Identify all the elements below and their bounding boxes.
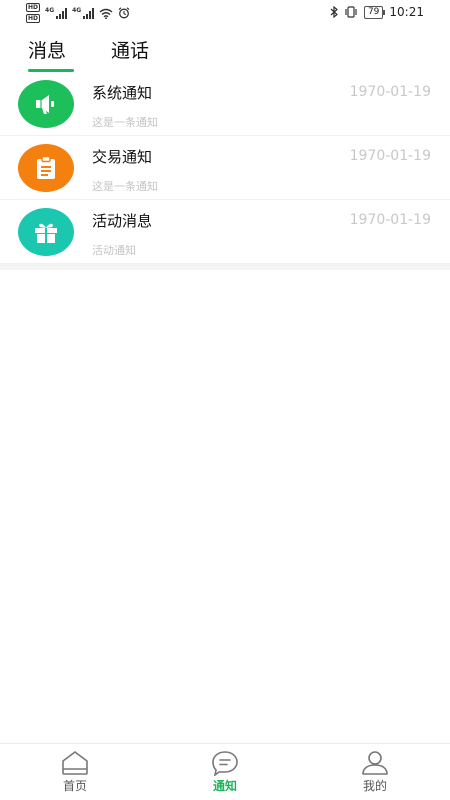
nav-label: 通知 [212,779,237,793]
list-item-system-notice[interactable]: 系统通知 这是一条通知 1970-01-19 [0,72,450,136]
avatar [18,208,74,256]
hd-badge: HD [26,14,41,23]
signal-icon: 4G [45,7,68,19]
message-list: 系统通知 这是一条通知 1970-01-19 交易通知 这是一条通知 1970-… [0,72,450,270]
nav-item-notifications[interactable]: 通知 [195,750,255,794]
item-date: 1970-01-19 [349,148,431,164]
nav-item-home[interactable]: 首页 [45,750,105,794]
alarm-icon [118,7,130,19]
user-icon [362,751,388,775]
tab-messages[interactable]: 消息 [28,36,66,70]
nav-item-mine[interactable]: 我的 [345,750,405,794]
status-time: 10:21 [389,5,424,19]
tab-calls[interactable]: 通话 [111,36,149,70]
top-tabs: 消息 通话 [0,32,450,74]
network-type-label: 4G [45,7,55,14]
list-item-activity-message[interactable]: 活动消息 活动通知 1970-01-19 [0,200,450,264]
status-left: HD HD 4G 4G [26,3,130,23]
item-title: 系统通知 [92,84,153,102]
item-subtitle: 这是一条通知 [92,180,158,193]
list-item-transaction-notice[interactable]: 交易通知 这是一条通知 1970-01-19 [0,136,450,200]
bluetooth-icon [330,6,338,18]
signal-icon: 4G [72,7,95,19]
wifi-icon [99,8,113,19]
hd-indicators: HD HD [26,3,41,23]
item-title: 活动消息 [92,212,153,230]
home-icon [62,751,88,775]
avatar [18,80,74,128]
item-date: 1970-01-19 [349,84,431,100]
item-title: 交易通知 [92,148,153,166]
item-date: 1970-01-19 [349,212,431,228]
hd-badge: HD [26,3,41,12]
status-bar: HD HD 4G 4G 79 10:21 [0,0,450,26]
chat-icon [212,751,238,776]
network-type-label: 4G [72,7,82,14]
avatar [18,144,74,192]
bottom-nav: 首页 通知 我的 [0,743,450,800]
status-right: 79 10:21 [330,5,424,19]
megaphone-icon [36,95,54,114]
nav-label: 我的 [362,779,387,793]
clipboard-icon [37,155,55,179]
battery-indicator: 79 [363,5,386,19]
item-subtitle: 活动通知 [92,244,136,257]
nav-label: 首页 [62,779,87,793]
item-subtitle: 这是一条通知 [92,116,158,129]
vibrate-icon [345,6,357,18]
gift-icon [35,223,57,243]
list-divider [0,264,450,270]
